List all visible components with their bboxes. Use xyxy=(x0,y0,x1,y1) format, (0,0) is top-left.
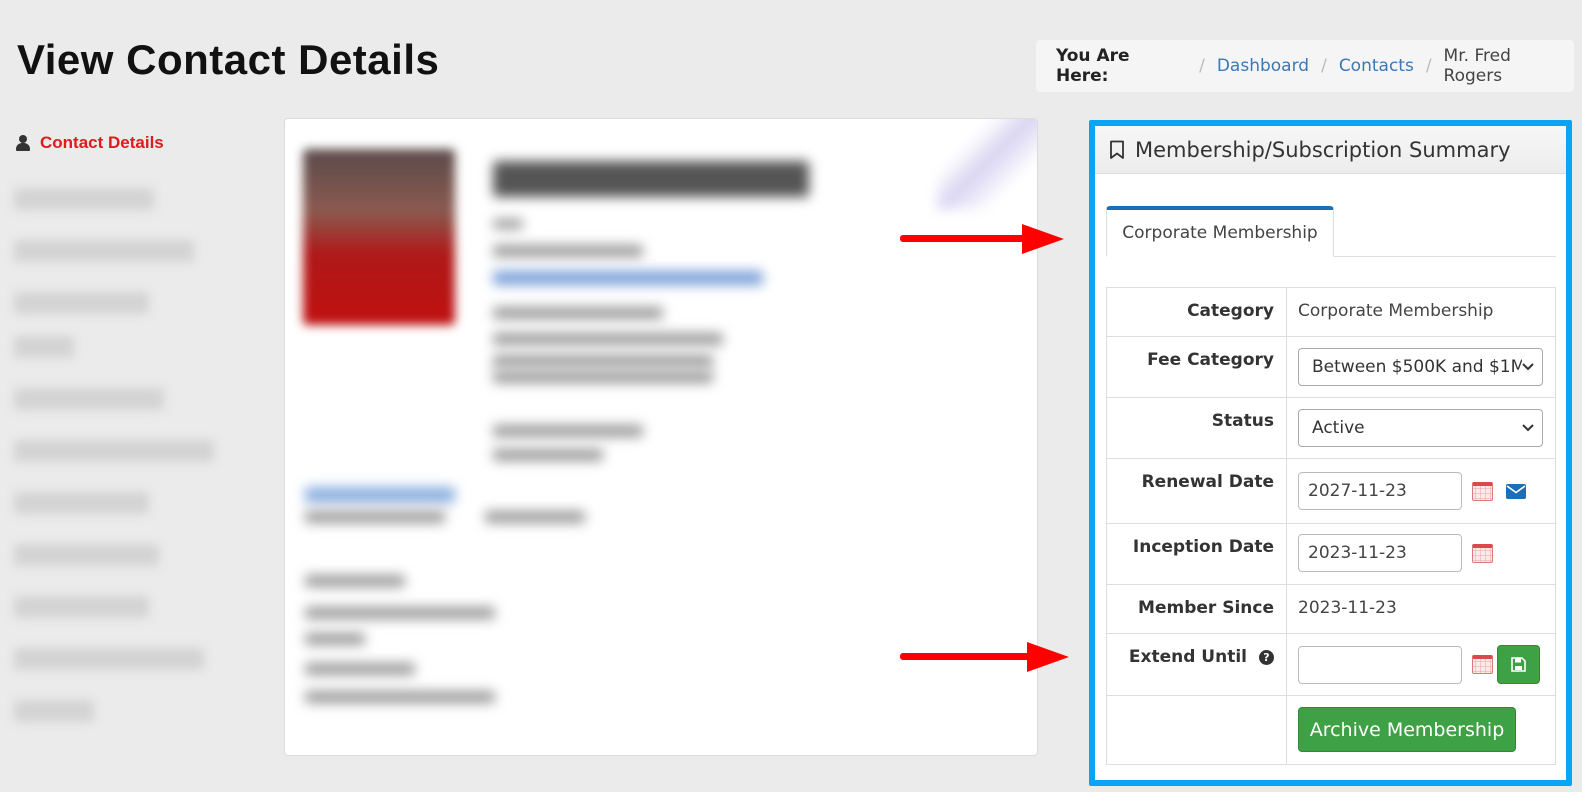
sidebar-item-blurred[interactable] xyxy=(14,440,214,462)
blurred-text xyxy=(493,333,723,345)
contact-name-blurred xyxy=(493,161,809,197)
save-icon xyxy=(1511,657,1526,672)
panel-header: Membership/Subscription Summary xyxy=(1095,126,1566,174)
blurred-text xyxy=(305,633,365,645)
table-row: Fee Category Between $500K and $1M xyxy=(1106,336,1556,398)
blurred-text xyxy=(493,355,713,367)
archive-membership-button[interactable]: Archive Membership xyxy=(1298,707,1516,752)
status-selected: Active xyxy=(1312,418,1365,438)
fee-category-cell: Between $500K and $1M xyxy=(1286,336,1556,398)
category-value: Corporate Membership xyxy=(1286,287,1556,337)
sidebar-item-blurred[interactable] xyxy=(14,544,159,566)
extend-until-label: Extend Until xyxy=(1128,647,1247,667)
extend-until-cell xyxy=(1286,633,1556,696)
annotation-arrow xyxy=(900,642,1069,672)
decorative-stripe xyxy=(937,119,1037,209)
member-since-value: 2023-11-23 xyxy=(1286,584,1556,634)
inception-date-cell: 2023-11-23 xyxy=(1286,523,1556,585)
blurred-text xyxy=(493,219,523,229)
calendar-icon[interactable] xyxy=(1472,481,1493,501)
chevron-down-icon xyxy=(1522,424,1534,432)
status-select[interactable]: Active xyxy=(1298,409,1543,447)
table-row: Inception Date 2023-11-23 xyxy=(1106,523,1556,585)
inception-date-label: Inception Date xyxy=(1106,523,1287,585)
breadcrumb-separator: / xyxy=(1425,56,1432,76)
extend-until-input[interactable] xyxy=(1298,645,1462,684)
blurred-link xyxy=(493,271,763,285)
membership-tabs: Corporate Membership xyxy=(1106,206,1556,257)
blurred-text xyxy=(493,245,643,257)
sidebar-item-blurred[interactable] xyxy=(14,596,149,618)
table-row: Status Active xyxy=(1106,397,1556,459)
blurred-text xyxy=(305,663,415,675)
sidebar-item-label: Contact Details xyxy=(40,133,164,152)
blurred-text xyxy=(305,691,495,703)
member-since-label: Member Since xyxy=(1106,584,1287,634)
blurred-text xyxy=(493,425,643,437)
tab-corporate-membership[interactable]: Corporate Membership xyxy=(1106,206,1334,257)
save-button[interactable] xyxy=(1497,645,1540,684)
table-row: Extend Until? xyxy=(1106,633,1556,696)
sidebar-item-blurred[interactable] xyxy=(14,188,154,210)
sidebar-item-blurred[interactable] xyxy=(14,240,194,262)
contact-photo xyxy=(303,149,455,325)
annotation-arrow xyxy=(900,224,1064,254)
calendar-icon[interactable] xyxy=(1472,543,1493,563)
blurred-tab xyxy=(305,511,445,523)
question-icon[interactable]: ? xyxy=(1259,650,1274,665)
breadcrumb-separator: / xyxy=(1321,56,1327,76)
sidebar-item-blurred[interactable] xyxy=(14,648,204,670)
renewal-date-cell: 2027-11-23 xyxy=(1286,458,1556,524)
breadcrumb-current: Mr. Fred Rogers xyxy=(1443,46,1511,86)
renewal-date-label: Renewal Date xyxy=(1106,458,1287,524)
breadcrumb-contacts-link[interactable]: Contacts xyxy=(1339,56,1414,76)
table-row: Category Corporate Membership xyxy=(1106,287,1556,337)
sidebar-item-blurred[interactable] xyxy=(14,492,149,514)
chevron-down-icon xyxy=(1522,363,1534,371)
blurred-text xyxy=(493,307,663,319)
membership-summary-panel: Membership/Subscription Summary Corporat… xyxy=(1095,126,1566,780)
breadcrumb-separator: / xyxy=(1199,56,1205,76)
inception-date-input[interactable]: 2023-11-23 xyxy=(1298,534,1462,572)
fee-category-selected: Between $500K and $1M xyxy=(1312,357,1522,377)
sidebar: Contact Details xyxy=(14,128,244,722)
breadcrumb: You Are Here: / Dashboard / Contacts / M… xyxy=(1036,40,1574,92)
category-label: Category xyxy=(1106,287,1287,337)
bookmark-icon xyxy=(1110,140,1124,159)
sidebar-item-blurred[interactable] xyxy=(14,700,94,722)
membership-details-table: Category Corporate Membership Fee Catego… xyxy=(1106,287,1556,765)
blurred-text xyxy=(305,575,405,587)
blurred-text xyxy=(493,371,713,383)
sidebar-item-contact-details[interactable]: Contact Details xyxy=(14,128,244,158)
fee-category-label: Fee Category xyxy=(1106,336,1287,398)
fee-category-select[interactable]: Between $500K and $1M xyxy=(1298,348,1543,386)
blurred-text xyxy=(305,607,495,619)
user-icon xyxy=(16,135,30,151)
archive-cell: Archive Membership xyxy=(1286,695,1556,765)
envelope-icon[interactable] xyxy=(1506,483,1526,499)
renewal-date-input[interactable]: 2027-11-23 xyxy=(1298,472,1462,510)
blurred-text xyxy=(493,449,603,461)
sidebar-item-blurred[interactable] xyxy=(14,388,164,410)
blurred-tab xyxy=(305,487,455,503)
status-cell: Active xyxy=(1286,397,1556,459)
page-title: View Contact Details xyxy=(17,36,440,83)
extend-until-label-cell: Extend Until? xyxy=(1106,633,1287,696)
breadcrumb-label: You Are Here: xyxy=(1056,46,1130,86)
sidebar-item-blurred[interactable] xyxy=(14,292,149,314)
table-row: Archive Membership xyxy=(1106,695,1556,765)
empty-label-cell xyxy=(1106,695,1287,765)
breadcrumb-dashboard-link[interactable]: Dashboard xyxy=(1217,56,1309,76)
panel-title: Membership/Subscription Summary xyxy=(1135,137,1511,162)
calendar-icon[interactable] xyxy=(1472,655,1493,674)
table-row: Member Since 2023-11-23 xyxy=(1106,584,1556,634)
table-row: Renewal Date 2027-11-23 xyxy=(1106,458,1556,524)
sidebar-item-blurred[interactable] xyxy=(14,336,74,358)
status-label: Status xyxy=(1106,397,1287,459)
blurred-tab xyxy=(485,511,585,523)
